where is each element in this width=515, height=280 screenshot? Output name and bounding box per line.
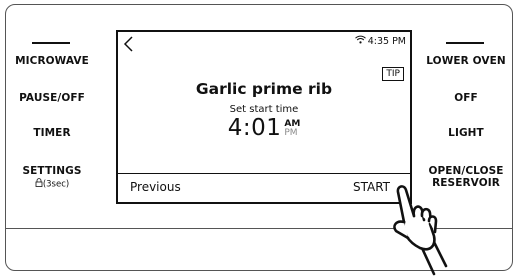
previous-button[interactable]: Previous xyxy=(130,180,181,194)
lock-icon xyxy=(35,178,43,190)
pm-option[interactable]: PM xyxy=(284,129,300,138)
timer-button[interactable]: TIMER xyxy=(12,127,92,139)
microwave-button[interactable]: MICROWAVE xyxy=(12,55,92,67)
start-time-display[interactable]: 4:01 AM PM xyxy=(118,115,410,141)
status-bar: 4:35 PM xyxy=(354,35,406,47)
tip-button[interactable]: TIP xyxy=(382,67,404,81)
status-time: 4:35 PM xyxy=(367,35,406,47)
recipe-title: Garlic prime rib xyxy=(195,80,333,98)
settings-lock-hint: (3sec) xyxy=(12,178,92,190)
touch-screen: 4:35 PM TIP Garlic prime rib Set start t… xyxy=(116,30,412,204)
lower-oven-indicator-bar xyxy=(446,42,484,44)
pointing-hand-icon xyxy=(388,176,458,276)
off-button[interactable]: OFF xyxy=(420,92,512,104)
light-button[interactable]: LIGHT xyxy=(420,127,512,139)
screen-footer-divider xyxy=(118,173,410,174)
wifi-icon xyxy=(354,35,366,47)
am-pm-selector[interactable]: AM PM xyxy=(284,120,300,138)
microwave-indicator-bar xyxy=(32,42,70,44)
pause-off-button[interactable]: PAUSE/OFF xyxy=(12,92,92,104)
lower-oven-button[interactable]: LOWER OVEN xyxy=(420,55,512,67)
chevron-left-icon[interactable] xyxy=(122,35,136,53)
start-time-value[interactable]: 4:01 xyxy=(228,115,282,141)
settings-button[interactable]: SETTINGS xyxy=(12,165,92,177)
start-button[interactable]: START xyxy=(353,180,390,194)
screen-subtitle: Set start time xyxy=(229,104,299,115)
